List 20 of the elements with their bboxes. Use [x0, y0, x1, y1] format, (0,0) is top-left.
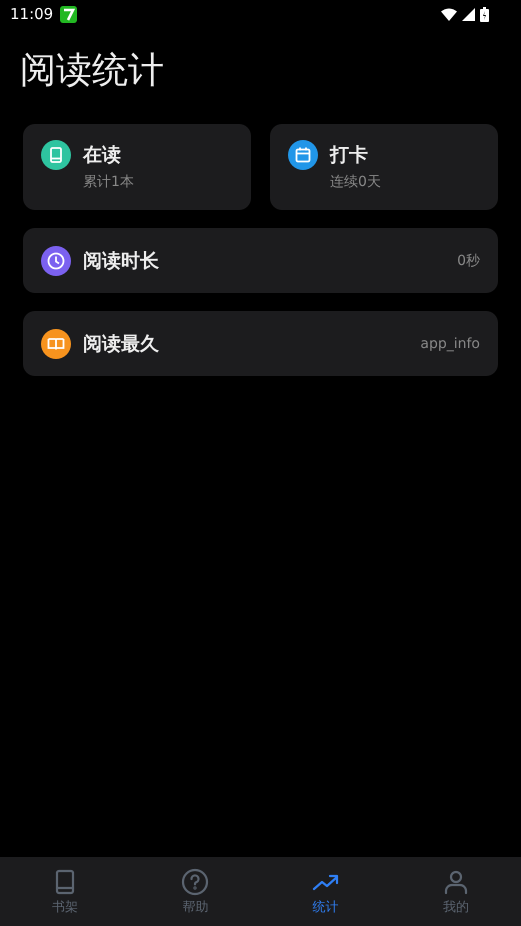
card-subtitle: 连续0天: [330, 173, 381, 191]
nav-tab[interactable]: 统计: [260, 857, 391, 926]
page-title: 阅读统计: [20, 49, 165, 93]
app-notification-icon: [60, 6, 78, 22]
status-time: 11:09: [10, 5, 54, 23]
help-icon: [181, 868, 210, 896]
stat-card[interactable]: 打卡 连续0天: [270, 124, 498, 210]
battery-icon: [480, 6, 489, 22]
card-subtitle: 累计1本: [83, 173, 134, 191]
card-title: 在读: [83, 143, 122, 168]
row-title: 阅读最久: [83, 332, 159, 356]
card-title: 打卡: [330, 143, 369, 168]
signal-icon: [462, 8, 475, 20]
wifi-icon: [441, 8, 457, 20]
row-value: 0秒: [457, 252, 480, 270]
stat-row[interactable]: 阅读时长 0秒: [23, 228, 498, 293]
stat-row[interactable]: 阅读最久 app_info: [23, 311, 498, 376]
stat-card[interactable]: 在读 累计1本: [23, 124, 251, 210]
row-title: 阅读时长: [83, 248, 159, 274]
row-value: app_info: [420, 336, 480, 352]
